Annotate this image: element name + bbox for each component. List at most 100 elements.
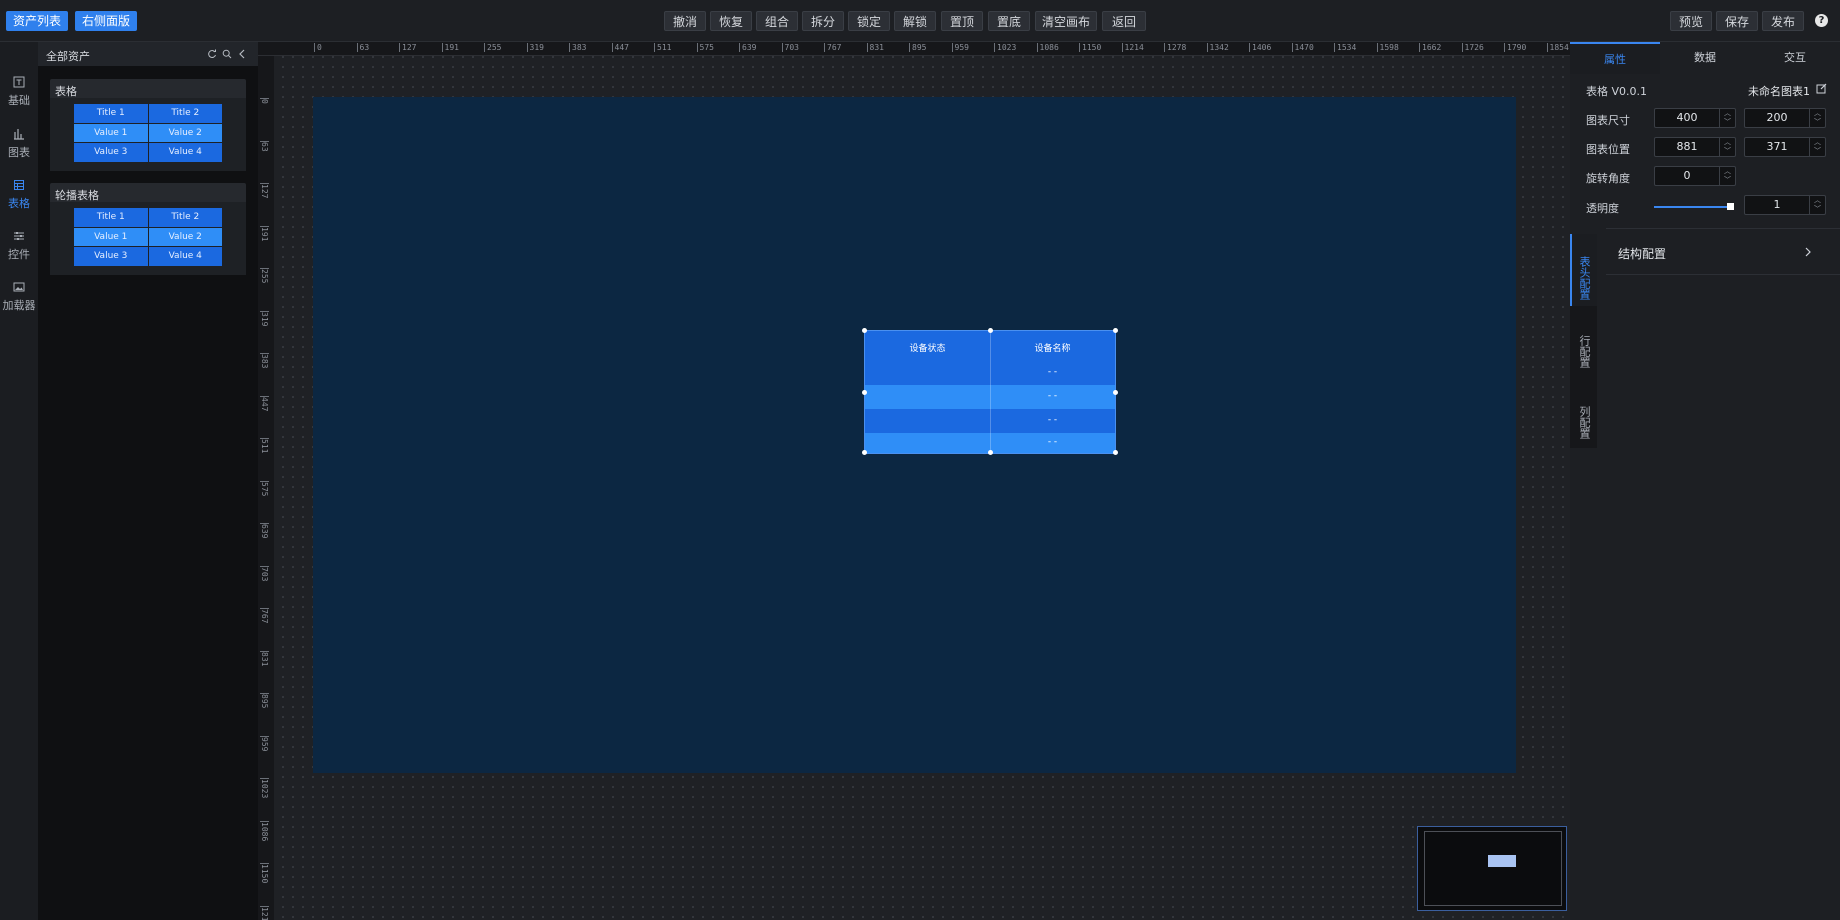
tab-data[interactable]: 数据 — [1660, 42, 1750, 74]
refresh-icon[interactable] — [207, 49, 217, 59]
stepper-icon[interactable]: ︿ ﹀ — [1809, 196, 1825, 214]
stepper-icon[interactable]: ︿ ﹀ — [1719, 138, 1735, 156]
table-cell: - - — [1047, 391, 1058, 401]
tab-interaction[interactable]: 交互 — [1750, 42, 1840, 74]
sidebar-item-tables[interactable]: 表格 — [0, 173, 38, 221]
ruler-tick-label: 319 — [260, 310, 269, 326]
table-cell: - - — [1047, 437, 1058, 447]
ruler-tick-label: 703 — [260, 565, 269, 581]
opacity-slider[interactable] — [1654, 203, 1734, 210]
stepper-icon[interactable]: ︿ ﹀ — [1719, 167, 1735, 185]
chart-name: 未命名图表1 — [1748, 85, 1810, 98]
opacity-label: 透明度 — [1586, 202, 1619, 215]
ruler-tick-label: 959 — [260, 735, 269, 751]
group-button[interactable]: 组合 — [756, 11, 798, 31]
divider — [1606, 228, 1840, 229]
preview-cell: Value 2 — [148, 227, 222, 247]
resize-handle[interactable] — [862, 328, 867, 333]
save-button[interactable]: 保存 — [1716, 11, 1758, 31]
sidebar-item-label: 控件 — [8, 248, 30, 261]
ruler-tick-label: 1086 — [1036, 43, 1059, 52]
resize-handle[interactable] — [1113, 328, 1118, 333]
asset-list-button[interactable]: 资产列表 — [6, 11, 68, 31]
ruler-tick-label: 703 — [781, 43, 799, 52]
tab-row-config[interactable]: 行配置 — [1570, 306, 1597, 376]
ruler-tick-label: 255 — [260, 268, 269, 284]
resize-handle[interactable] — [862, 390, 867, 395]
structure-config-section[interactable]: 结构配置 — [1618, 245, 1818, 261]
publish-button[interactable]: 发布 — [1762, 11, 1804, 31]
vertical-ruler: 0 63 127 191 255 319 383 447 511 575 639 703 767 831 8… — [258, 56, 274, 920]
minimap-viewport[interactable] — [1424, 831, 1562, 906]
width-input[interactable]: 400 ︿ ﹀ — [1654, 108, 1736, 128]
right-panel-button[interactable]: 右侧面版 — [75, 11, 137, 31]
ruler-tick-label: 447 — [260, 395, 269, 411]
rotation-value: 0 — [1683, 169, 1691, 182]
preview-table: Title 1 Title 2 Value 1 Value 2 Value 3 … — [74, 104, 222, 162]
asset-card-title: 轮播表格 — [55, 189, 99, 202]
height-input[interactable]: 200 ︿ ﹀ — [1744, 108, 1826, 128]
ruler-tick-label: 767 — [260, 608, 269, 624]
sidebar-item-charts[interactable]: 图表 — [0, 122, 38, 170]
send-to-back-button[interactable]: 置底 — [988, 11, 1030, 31]
ruler-tick-label: 1854 — [1546, 43, 1569, 52]
asset-panel: 全部资产 表格 Title 1 Title 2 Value 1 Value 2 … — [38, 42, 258, 920]
preview-cell: Value 2 — [148, 123, 222, 143]
clear-canvas-button[interactable]: 清空画布 — [1035, 11, 1097, 31]
minimap[interactable] — [1417, 826, 1567, 911]
collapse-icon[interactable] — [238, 49, 246, 59]
ruler-tick-label: 575 — [696, 43, 714, 52]
edit-icon[interactable] — [1816, 83, 1827, 94]
x-input[interactable]: 881 ︿ ﹀ — [1654, 137, 1736, 157]
asset-card-table[interactable]: 表格 Title 1 Title 2 Value 1 Value 2 Value… — [50, 79, 246, 171]
ungroup-button[interactable]: 拆分 — [802, 11, 844, 31]
unlock-button[interactable]: 解锁 — [894, 11, 936, 31]
ruler-tick-label: 1598 — [1376, 43, 1399, 52]
sidebar-item-loader[interactable]: 加载器 — [0, 275, 38, 323]
tab-column-config[interactable]: 列配置 — [1570, 376, 1597, 448]
ruler-tick-label: 1150 — [260, 863, 269, 884]
stepper-icon[interactable]: ︿ ﹀ — [1809, 109, 1825, 127]
opacity-slider-handle[interactable] — [1727, 203, 1734, 210]
sidebar-item-label: 图表 — [8, 146, 30, 159]
tab-properties[interactable]: 属性 — [1570, 42, 1660, 74]
asset-card-carousel-table[interactable]: 轮播表格 Title 1 Title 2 Value 1 Value 2 Val… — [50, 183, 246, 275]
ruler-tick-label: 1214 — [260, 905, 269, 920]
help-icon[interactable]: ? — [1815, 14, 1828, 27]
back-button[interactable]: 返回 — [1102, 11, 1146, 31]
ruler-tick-label: 127 — [260, 183, 269, 199]
undo-button[interactable]: 撤消 — [664, 11, 706, 31]
resize-handle[interactable] — [988, 328, 993, 333]
ruler-tick-label: 1150 — [1079, 43, 1101, 52]
rotation-input[interactable]: 0 ︿ ﹀ — [1654, 166, 1736, 186]
ruler-tick-label: 1342 — [1206, 43, 1229, 52]
stepper-icon[interactable]: ︿ ﹀ — [1809, 138, 1825, 156]
sidebar-item-controls[interactable]: 控件 — [0, 224, 38, 272]
preview-button[interactable]: 预览 — [1670, 11, 1712, 31]
ruler-tick-label: 639 — [739, 43, 756, 52]
table-icon — [14, 180, 24, 190]
opacity-input[interactable]: 1 ︿ ﹀ — [1744, 195, 1826, 215]
ruler-tick-label: 0 — [314, 43, 322, 52]
table-cell: - - — [1047, 367, 1058, 377]
search-icon[interactable] — [222, 49, 232, 59]
text-box-icon — [13, 76, 25, 88]
ruler-tick-label: 319 — [526, 43, 544, 52]
y-input[interactable]: 371 ︿ ﹀ — [1744, 137, 1826, 157]
resize-handle[interactable] — [988, 450, 993, 455]
stepper-icon[interactable]: ︿ ﹀ — [1719, 109, 1735, 127]
tab-header-config[interactable]: 表头配置 — [1570, 234, 1597, 306]
resize-handle[interactable] — [1113, 390, 1118, 395]
bring-to-front-button[interactable]: 置顶 — [941, 11, 983, 31]
lock-button[interactable]: 锁定 — [848, 11, 890, 31]
preview-cell: Value 3 — [74, 247, 148, 266]
resize-handle[interactable] — [1113, 450, 1118, 455]
redo-button[interactable]: 恢复 — [710, 11, 752, 31]
sidebar-item-basic[interactable]: 基础 — [0, 70, 38, 118]
table-cell: - - — [1047, 415, 1058, 425]
opacity-value: 1 — [1773, 198, 1781, 211]
top-toolbar: 资产列表 右侧面版 撤消 恢复 组合 拆分 锁定 解锁 置顶 置底 清空画布 返… — [0, 0, 1840, 42]
ruler-tick-label: 639 — [260, 523, 269, 539]
resize-handle[interactable] — [862, 450, 867, 455]
table-component[interactable]: 设备状态 设备名称 - - - - - - - - — [862, 328, 1118, 455]
